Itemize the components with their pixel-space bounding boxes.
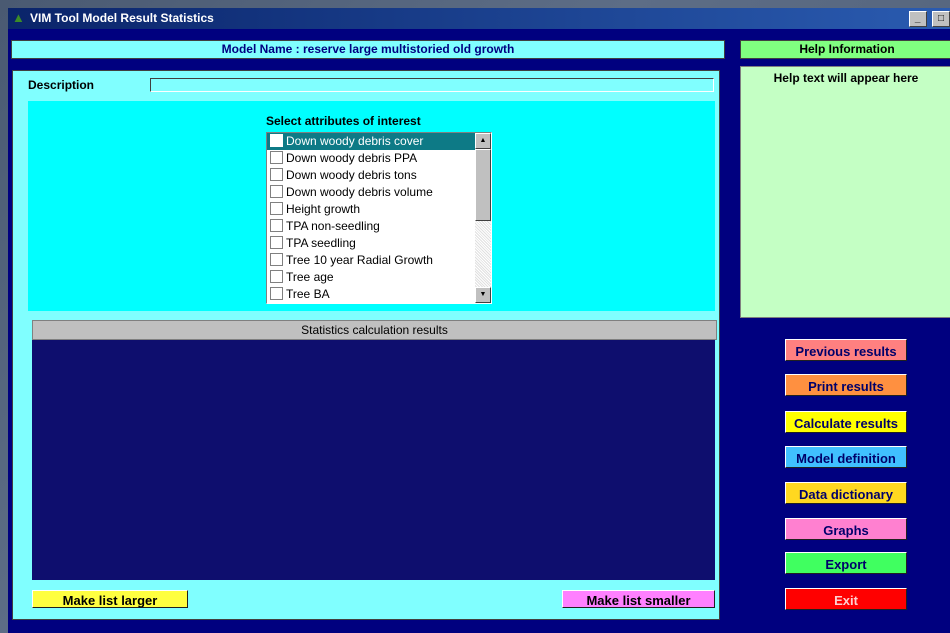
model-name-bar: Model Name : reserve large multistoried … [11,40,725,59]
attribute-label: Height growth [286,202,361,216]
checkbox[interactable] [270,253,283,267]
make-list-larger-button[interactable]: Make list larger [32,590,188,608]
description-input[interactable] [150,78,714,92]
stats-results-header: Statistics calculation results [32,320,717,340]
attribute-label: Down woody debris PPA [286,151,418,165]
checkbox[interactable] [270,185,283,199]
attribute-list-item[interactable]: Tree 10 year Radial Growth [267,252,491,269]
help-title: Help Information [740,40,950,59]
model-definition-button[interactable]: Model definition [785,446,907,468]
exit-button[interactable]: Exit [785,588,907,610]
attribute-list-item[interactable]: Down woody debris PPA [267,150,491,167]
checkbox[interactable] [270,134,283,148]
make-list-smaller-button[interactable]: Make list smaller [562,590,715,608]
checkbox[interactable] [270,168,283,182]
checkbox[interactable] [270,151,283,165]
scroll-thumb[interactable] [475,149,491,221]
tree-icon: ▲ [12,10,25,25]
attribute-list-item[interactable]: Down woody debris volume [267,184,491,201]
window-title: VIM Tool Model Result Statistics [30,11,214,25]
attribute-label: Down woody debris volume [286,185,433,199]
description-label: Description [28,78,95,92]
help-text-panel: Help text will appear here [740,66,950,318]
attribute-items: Down woody debris cover Down woody debris… [267,133,491,303]
attribute-scrollbar[interactable]: ▲ ▼ [475,133,491,303]
data-dictionary-button[interactable]: Data dictionary [785,482,907,504]
attribute-label: Tree 10 year Radial Growth [286,253,433,267]
app-window: ▲ VIM Tool Model Result Statistics _ □ M… [8,8,950,633]
attribute-label: Down woody debris tons [286,168,417,182]
attribute-list-item[interactable]: Height growth [267,201,491,218]
checkbox[interactable] [270,202,283,216]
previous-results-button[interactable]: Previous results [785,339,907,361]
attribute-label: TPA non-seedling [286,219,380,233]
title-bar[interactable]: ▲ VIM Tool Model Result Statistics _ □ [8,8,950,29]
attribute-label: Down woody debris cover [286,134,424,148]
scroll-up-arrow-icon[interactable]: ▲ [475,133,491,149]
print-results-button[interactable]: Print results [785,374,907,396]
maximize-button[interactable]: □ [932,11,950,27]
checkbox[interactable] [270,270,283,284]
export-button[interactable]: Export [785,552,907,574]
graphs-button[interactable]: Graphs [785,518,907,540]
attribute-listbox[interactable]: Down woody debris cover Down woody debris… [266,132,492,304]
checkbox[interactable] [270,236,283,250]
attribute-label: Tree age [286,270,334,284]
attribute-list-item[interactable]: TPA non-seedling [267,218,491,235]
attribute-label: Tree BA [286,287,330,301]
window-controls: _ □ [907,11,950,27]
stats-results-area [32,340,715,580]
attribute-label: TPA seedling [286,236,356,250]
calculate-results-button[interactable]: Calculate results [785,411,907,433]
attribute-list-item[interactable]: Tree BA [267,286,491,303]
minimize-button[interactable]: _ [908,11,927,27]
scroll-down-arrow-icon[interactable]: ▼ [475,287,491,303]
help-text: Help text will appear here [773,71,919,85]
attribute-list-item[interactable]: Down woody debris cover [267,133,491,150]
checkbox[interactable] [270,287,283,301]
attributes-title: Select attributes of interest [266,114,421,128]
attribute-list-item[interactable]: TPA seedling [267,235,491,252]
attribute-list-item[interactable]: Tree age [267,269,491,286]
checkbox[interactable] [270,219,283,233]
attribute-list-item[interactable]: Down woody debris tons [267,167,491,184]
